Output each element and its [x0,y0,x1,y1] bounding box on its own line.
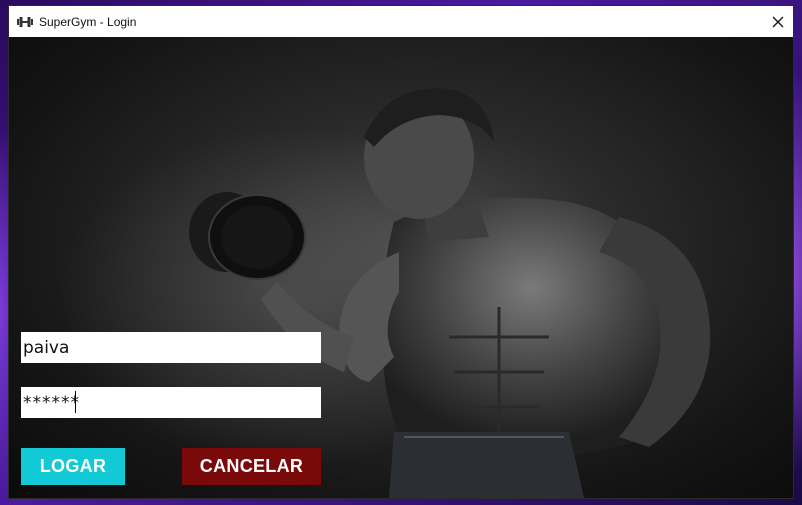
bodybuilder-photo [59,88,711,498]
title-bar[interactable]: SuperGym - Login [9,6,793,37]
login-button[interactable]: LOGAR [21,448,125,485]
username-input[interactable] [21,332,321,363]
close-button[interactable] [763,6,793,37]
window-title: SuperGym - Login [39,14,137,29]
password-input[interactable] [21,387,321,418]
login-window: SuperGym - Login paiva ****** LOGAR CANC… [9,6,793,498]
text-caret [75,391,76,413]
dumbbell-icon [17,16,33,27]
login-content: LOGAR CANCELAR [9,37,793,498]
close-icon [772,16,784,27]
cancel-button[interactable]: CANCELAR [182,448,321,485]
